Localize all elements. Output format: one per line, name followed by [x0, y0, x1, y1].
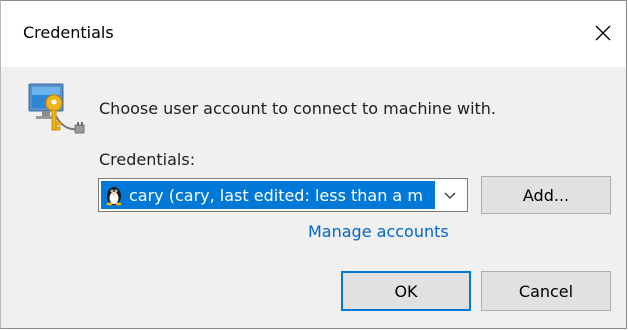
manage-accounts-link[interactable]: Manage accounts: [308, 222, 449, 241]
chevron-down-icon: [444, 192, 456, 199]
computer-key-icon: [28, 83, 85, 134]
ok-button[interactable]: OK: [341, 271, 471, 311]
window-title: Credentials: [23, 23, 114, 42]
title-bar: Credentials: [1, 1, 626, 67]
tux-linux-icon: [106, 187, 122, 206]
prompt-text: Choose user account to connect to machin…: [99, 99, 497, 118]
credentials-dialog: Credentials Choose user account to conne…: [0, 0, 627, 329]
close-icon: [595, 25, 611, 41]
cancel-button[interactable]: Cancel: [481, 271, 611, 311]
credentials-label: Credentials:: [99, 150, 196, 169]
dropdown-button[interactable]: [437, 181, 463, 209]
close-button[interactable]: [580, 1, 626, 65]
credentials-select[interactable]: cary (cary, last edited: less than a m: [98, 178, 468, 212]
credentials-selected-text: cary (cary, last edited: less than a m: [129, 185, 423, 205]
add-button[interactable]: Add...: [481, 176, 611, 214]
credentials-selected-item: cary (cary, last edited: less than a m: [101, 181, 435, 209]
